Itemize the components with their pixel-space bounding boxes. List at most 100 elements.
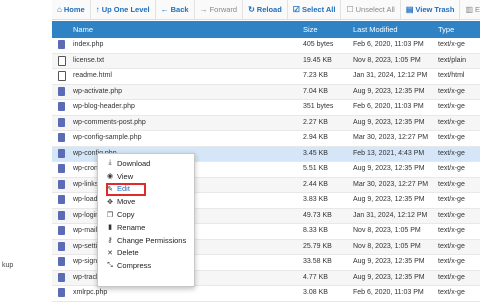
table-row[interactable]: index.php 405 bytes Feb 6, 2020, 11:03 PM t… (52, 38, 480, 54)
file-php-icon (58, 257, 65, 266)
file-type: text/x-ge (438, 149, 465, 157)
forward-icon: → (199, 4, 208, 14)
header-type[interactable]: Type (438, 25, 454, 34)
file-size: 7.04 KB (303, 87, 328, 95)
context-menu-label: Delete (117, 248, 139, 258)
file-php-icon (58, 272, 65, 282)
context-menu-label: Move (117, 197, 136, 207)
file-modified: Aug 9, 2023, 12:35 PM (353, 196, 425, 203)
back-icon: ← (160, 4, 169, 14)
context-menu-item-move[interactable]: ✥ Move (98, 195, 194, 208)
file-size: 2.94 KB (303, 134, 328, 141)
permissions-icon: ⚷ (107, 237, 113, 245)
file-type: text/x-ge (438, 196, 465, 203)
file-modified: Jan 31, 2024, 12:12 PM (353, 72, 428, 79)
file-html-icon (58, 71, 66, 81)
file-size: 3.45 KB (303, 149, 328, 157)
file-size: 3.08 KB (303, 289, 328, 296)
toolbar-button-empty[interactable]: ▥Empt (460, 0, 480, 19)
table-row[interactable]: wp-activate.php 7.04 KB Aug 9, 2023, 12:35… (52, 84, 480, 100)
file-size: 3.83 KB (303, 196, 328, 203)
file-name: wp-config-sample.php (73, 134, 142, 141)
file-type: text/x-ge (438, 180, 465, 188)
file-name: wp-comments-post.php (73, 118, 146, 126)
context-menu-item-permissions[interactable]: ⚷ Change Permissions (98, 234, 194, 247)
file-name: wp-blog-header.php (73, 103, 135, 110)
file-php-icon (58, 195, 65, 204)
table-row[interactable]: wp-blog-header.php 351 bytes Feb 6, 2020, … (52, 100, 480, 116)
toolbar-button-home[interactable]: ⌂ Home (52, 0, 91, 19)
file-size: 2.27 KB (303, 118, 328, 126)
empty-icon: ▥ (465, 4, 474, 14)
context-menu-item-view[interactable]: ◉ View (98, 170, 194, 183)
header-last-modified[interactable]: Last Modified (353, 25, 398, 34)
file-modified: Feb 6, 2020, 11:03 PM (353, 41, 424, 48)
context-menu-item-download[interactable]: ⤓ Download (98, 157, 194, 170)
file-php-icon (58, 210, 65, 220)
file-type: text/x-ge (438, 227, 465, 234)
toolbar-button-back[interactable]: ← Back (156, 0, 195, 19)
context-menu-label: Download (117, 158, 151, 168)
file-size: 25.79 KB (303, 242, 332, 250)
header-size[interactable]: Size (303, 25, 318, 34)
file-php-icon (58, 40, 65, 49)
context-menu-item-rename[interactable]: ▮ Rename (98, 221, 194, 234)
file-modified: Aug 9, 2023, 12:35 PM (353, 258, 425, 265)
file-modified: Jan 31, 2024, 12:12 PM (353, 211, 428, 219)
file-size: 351 bytes (303, 103, 334, 110)
file-modified: Feb 13, 2021, 4:43 PM (353, 149, 425, 157)
file-type: text/x-ge (438, 273, 465, 281)
file-php-icon (58, 117, 65, 127)
delete-icon: ✕ (107, 249, 113, 257)
table-row[interactable]: wp-config-sample.php 2.94 KB Mar 30, 2023,… (52, 131, 480, 147)
file-type: text/x-ge (438, 134, 465, 141)
toolbar-button-label: Home (63, 5, 85, 14)
file-txt-icon (58, 55, 66, 66)
toolbar-button-label: Empt (475, 5, 480, 14)
header-name[interactable]: Name (73, 25, 93, 34)
file-modified: Feb 6, 2020, 11:03 PM (353, 289, 424, 296)
file-type: text/html (438, 72, 465, 79)
file-manager-toolbar: ⌂ Home ↑ Up One Level ← Back → Forward ↻ Reload ☑ S… (52, 0, 480, 20)
file-type: text/x-ge (438, 258, 465, 265)
file-type: text/x-ge (438, 103, 465, 110)
table-row[interactable]: license.txt 19.45 KB Nov 8, 2023, 1:05 PM t… (52, 53, 480, 69)
context-menu-item-edit[interactable]: ✎ Edit (98, 183, 194, 196)
file-php-icon (58, 164, 65, 173)
file-modified: Nov 8, 2023, 1:05 PM (353, 242, 421, 250)
toolbar-button-unselect-all[interactable]: ☐ Unselect All (341, 0, 401, 19)
file-php-icon (58, 102, 65, 111)
table-row[interactable]: wp-comments-post.php 2.27 KB Aug 9, 2023, … (52, 115, 480, 131)
move-icon: ✥ (107, 198, 113, 206)
table-row[interactable]: xmlrpc.php 3.08 KB Feb 6, 2020, 11:03 PM te… (52, 286, 480, 302)
context-menu-item-copy[interactable]: ❐ Copy (98, 208, 194, 221)
table-row[interactable]: readme.html 7.23 KB Jan 31, 2024, 12:12 PM… (52, 69, 480, 85)
file-modified: Aug 9, 2023, 12:35 PM (353, 165, 425, 172)
file-type: text/x-ge (438, 242, 465, 250)
file-type: text/x-ge (438, 165, 465, 172)
context-menu-label: Change Permissions (117, 235, 187, 245)
toolbar-button-forward[interactable]: → Forward (195, 0, 244, 19)
file-size: 33.58 KB (303, 258, 332, 265)
copy-icon: ❐ (106, 211, 114, 219)
file-php-icon (58, 86, 65, 96)
download-icon: ⤓ (108, 159, 112, 167)
file-size: 405 bytes (303, 41, 334, 48)
toolbar-button-select-all[interactable]: ☑ Select All (288, 0, 342, 19)
unselect-all-icon: ☐ (346, 4, 354, 14)
toolbar-button-up[interactable]: ↑ Up One Level (91, 0, 156, 19)
context-menu-item-compress[interactable]: ⤡ Compress (98, 259, 194, 272)
toolbar-button-trash[interactable]: ▤ View Trash (401, 0, 461, 19)
toolbar-button-reload[interactable]: ↻ Reload (243, 0, 288, 19)
file-type: text/x-ge (438, 211, 465, 219)
file-size: 49.73 KB (303, 211, 332, 219)
context-menu-label: Compress (117, 261, 152, 271)
edit-icon: ✎ (107, 185, 113, 193)
view-icon: ◉ (106, 173, 114, 181)
home-icon: ⌂ (57, 4, 62, 14)
context-menu-item-delete[interactable]: ✕ Delete (98, 247, 194, 260)
toolbar-button-label: Forward (209, 5, 238, 14)
file-size: 4.77 KB (303, 273, 328, 281)
file-size: 5.51 KB (303, 165, 328, 172)
toolbar-button-label: Select All (301, 5, 336, 14)
